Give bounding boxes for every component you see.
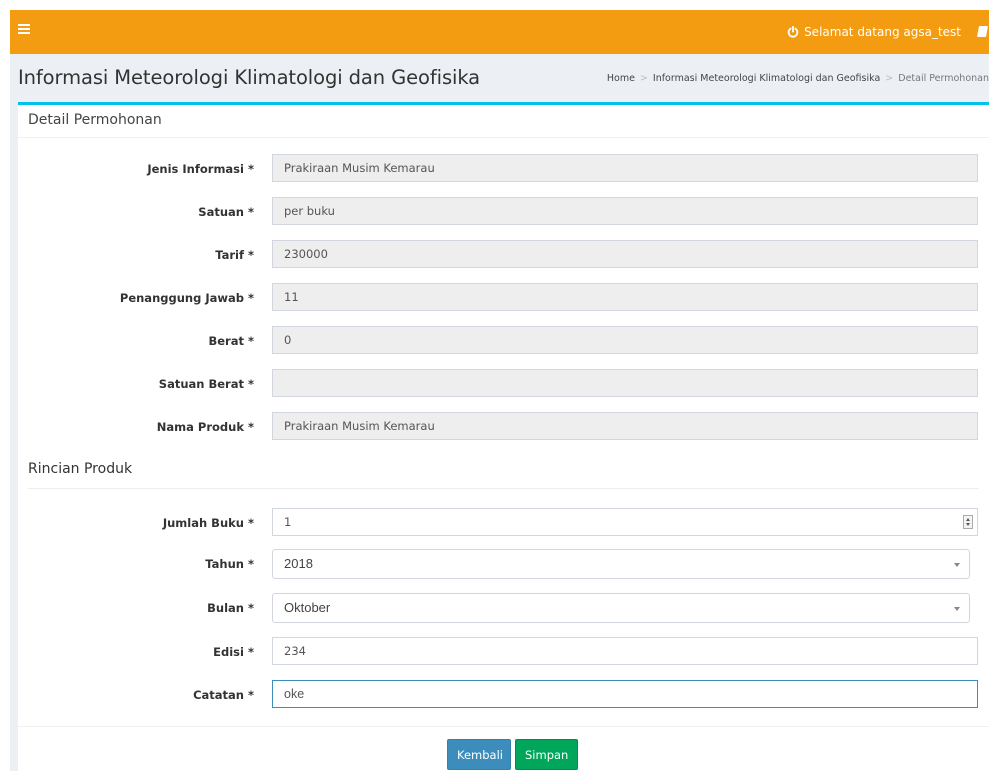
tahun-value: 2018 [284,556,313,571]
label-satuan-berat: Satuan Berat * [158,377,254,391]
breadcrumb-separator: > [639,73,648,84]
nama-produk-field: Prakiraan Musim Kemarau [272,412,978,440]
row-penanggung-jawab: Penanggung Jawab * 11 [18,283,989,313]
row-edisi: Edisi * 234 [18,637,989,667]
box-title: Detail Permohonan [28,112,162,128]
row-catatan: Catatan * oke [18,680,989,710]
row-satuan-berat: Satuan Berat * [18,369,989,399]
label-berat: Berat * [208,334,254,348]
chevron-down-icon [954,607,960,611]
row-tarif: Tarif * 230000 [18,240,989,270]
bulan-value: Oktober [284,600,331,615]
row-jumlah-buku: Jumlah Buku * 1 [18,508,989,538]
label-satuan: Satuan * [198,205,254,219]
berat-field: 0 [272,326,978,354]
hamburger-menu-icon[interactable] [18,24,30,34]
satuan-field: per buku [272,197,978,225]
number-spinner-icon[interactable] [963,515,973,529]
label-catatan: Catatan * [193,688,254,702]
simpan-button[interactable]: Simpan [515,739,578,770]
row-bulan: Bulan * Oktober [18,593,989,623]
label-penanggung-jawab: Penanggung Jawab * [119,291,254,305]
welcome-text: Selamat datang agsa_test [804,25,961,39]
tarif-field: 230000 [272,240,978,268]
footer-divider [18,726,989,727]
book-icon[interactable] [977,26,988,37]
catatan-input[interactable]: oke [272,680,978,708]
label-jumlah-buku: Jumlah Buku * [162,516,254,530]
user-welcome-link[interactable]: Selamat datang agsa_test [787,10,961,54]
label-edisi: Edisi * [213,645,254,659]
row-satuan: Satuan * per buku [18,197,989,227]
row-berat: Berat * 0 [18,326,989,356]
power-icon [787,26,799,38]
breadcrumb: Home > Informasi Meteorologi Klimatologi d… [607,73,989,84]
breadcrumb-separator: > [885,73,894,84]
kembali-button[interactable]: Kembali [447,739,511,770]
jenis-informasi-field: Prakiraan Musim Kemarau [272,154,978,182]
satuan-berat-field [272,369,978,397]
label-tahun: Tahun * [205,557,254,571]
row-tahun: Tahun * 2018 [18,549,989,579]
row-jenis-informasi: Jenis Informasi * Prakiraan Musim Kemara… [18,154,989,184]
penanggung-jawab-field: 11 [272,283,978,311]
breadcrumb-home[interactable]: Home [607,73,635,84]
section-title-rincian: Rincian Produk [28,461,133,477]
breadcrumb-info[interactable]: Informasi Meteorologi Klimatologi dan Ge… [653,73,880,84]
app-frame: Selamat datang agsa_test Informasi Meteo… [10,10,989,771]
row-nama-produk: Nama Produk * Prakiraan Musim Kemarau [18,412,989,442]
page-title: Informasi Meteorologi Klimatologi dan Ge… [18,66,481,89]
jumlah-buku-input[interactable]: 1 [272,508,978,536]
breadcrumb-current: Detail Permohonan [898,73,989,84]
bulan-select[interactable]: Oktober [272,593,970,623]
label-bulan: Bulan * [207,601,254,615]
top-navbar: Selamat datang agsa_test [10,10,989,54]
jumlah-buku-value: 1 [284,515,292,529]
tahun-select[interactable]: 2018 [272,549,970,579]
section-divider [28,488,979,489]
label-tarif: Tarif * [215,248,254,262]
chevron-down-icon [954,563,960,567]
box-divider [18,137,989,138]
detail-box: Detail Permohonan Jenis Informasi * Prak… [18,102,989,771]
edisi-input[interactable]: 234 [272,637,978,665]
label-jenis-informasi: Jenis Informasi * [147,162,254,176]
label-nama-produk: Nama Produk * [156,420,254,434]
